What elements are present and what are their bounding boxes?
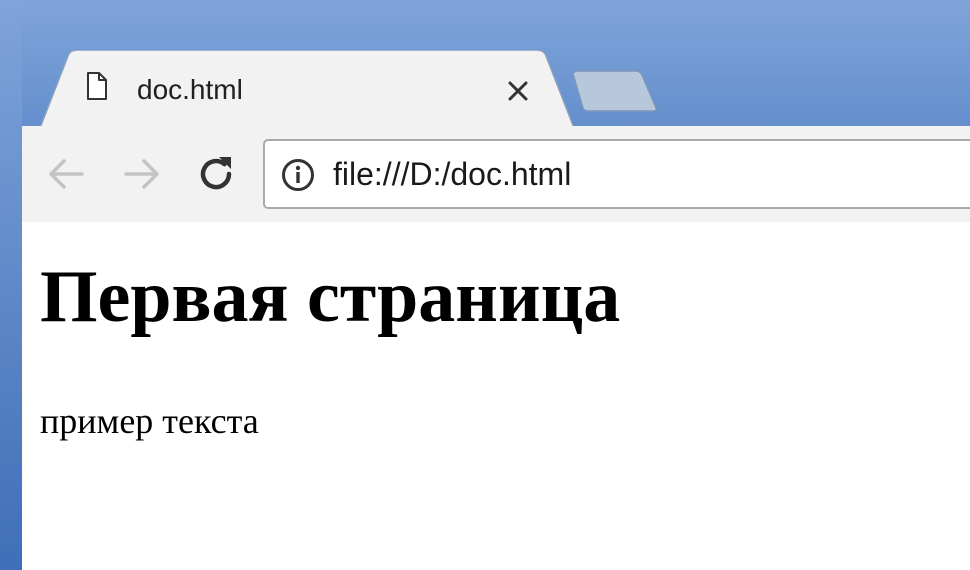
close-icon [508,81,528,101]
back-button[interactable] [42,150,90,198]
tab-shape [40,50,576,129]
page-paragraph: пример текста [40,401,259,441]
url-text[interactable]: file:///D:/doc.html [333,151,571,197]
reload-icon [200,157,232,190]
browser-toolbar: file:///D:/doc.html [22,126,970,223]
back-arrow-icon [49,159,84,189]
new-tab-button[interactable] [570,70,660,112]
forward-arrow-icon [124,159,159,189]
tab-title: doc.html [137,74,243,105]
address-bar[interactable]: file:///D:/doc.html [263,139,970,209]
tab-close-button[interactable] [503,76,533,106]
browser-window: doc.html file:///D:/doc.html Первая стра… [0,0,970,570]
tab-doc-html[interactable] [40,50,580,130]
tab-strip: doc.html [0,0,970,130]
forward-button[interactable] [118,150,166,198]
page-heading: Первая страница [40,256,621,338]
document-icon [87,72,107,100]
page-content: Первая страница пример текста [22,222,970,570]
info-icon[interactable] [281,158,315,192]
reload-button[interactable] [192,150,240,198]
